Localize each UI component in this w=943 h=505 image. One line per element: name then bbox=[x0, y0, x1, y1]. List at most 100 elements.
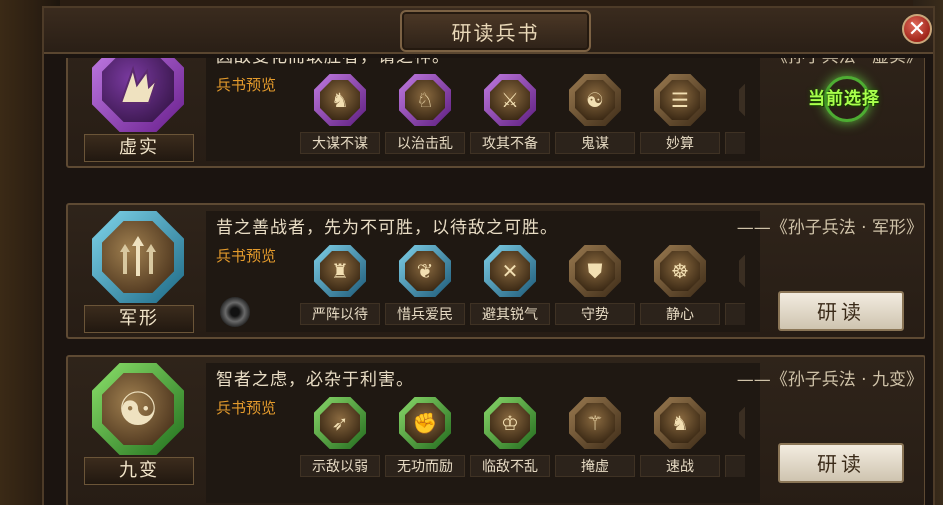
skill-name: 静心 bbox=[640, 303, 720, 325]
skill-name: 掩虚 bbox=[555, 455, 635, 477]
skill-frame bbox=[739, 245, 745, 297]
emblem-frame bbox=[92, 211, 184, 303]
preview-label: 兵书预览 bbox=[216, 399, 277, 417]
skill-name: 避其锐气 bbox=[470, 303, 550, 325]
sprout-icon: ❦ bbox=[405, 251, 445, 291]
book-quote: 昔之善战者，先为不可胜，以待敌之可胜。 bbox=[216, 218, 558, 238]
emblem-frame: ☯ bbox=[92, 363, 184, 455]
skill-frame: ♔ bbox=[484, 397, 536, 449]
skill-item-partial bbox=[725, 245, 745, 325]
skill-frame: ♜ bbox=[314, 245, 366, 297]
skill-frame: ☯ bbox=[569, 74, 621, 126]
book-quote: 因敌变化而取胜者，谓之神。 bbox=[216, 58, 596, 67]
skill-name: 无功而励 bbox=[385, 455, 465, 477]
scroll-figure-icon: ♞ bbox=[320, 80, 360, 120]
book-name: 虚实 bbox=[84, 134, 194, 162]
archer-icon: ➶ bbox=[320, 403, 360, 443]
yin-yang-icon: ☯ bbox=[102, 373, 174, 445]
skill-item[interactable]: ☰ 妙算 bbox=[640, 74, 720, 154]
crossed-blades-icon: ✕ bbox=[490, 251, 530, 291]
skill-item[interactable]: ☯ 鬼谋 bbox=[555, 74, 635, 154]
skill-name: 以治击乱 bbox=[385, 132, 465, 154]
horse-icon: ♘ bbox=[405, 80, 445, 120]
study-button[interactable]: 研读 bbox=[778, 291, 904, 331]
skill-frame: ⚚ bbox=[569, 397, 621, 449]
skill-item[interactable]: ♞ 速战 bbox=[640, 397, 720, 477]
skill-frame: ✕ bbox=[484, 245, 536, 297]
banner-icon bbox=[102, 58, 174, 122]
commander-icon: ♔ bbox=[490, 403, 530, 443]
current-select-indicator: 当前选择 bbox=[796, 70, 892, 122]
skill-frame: ♞ bbox=[654, 397, 706, 449]
book-source: ——《孙子兵法 · 虚实》 bbox=[708, 58, 923, 67]
soldiers-icon: ♜ bbox=[320, 251, 360, 291]
book-quote: 智者之虑，必杂于利害。 bbox=[216, 370, 414, 390]
skill-item[interactable]: ♞ 大谋不谋 bbox=[300, 74, 380, 154]
skill-name: 攻其不备 bbox=[470, 132, 550, 154]
skill-frame: ⛊ bbox=[569, 245, 621, 297]
skill-name: 妙算 bbox=[640, 132, 720, 154]
cavalry-icon: ♞ bbox=[660, 403, 700, 443]
study-button[interactable]: 研读 bbox=[778, 443, 904, 483]
skill-item[interactable]: ☸ 静心 bbox=[640, 245, 720, 325]
skill-frame: ♞ bbox=[314, 74, 366, 126]
book-emblem: ☯ 九变 bbox=[78, 363, 198, 485]
skill-frame: ❦ bbox=[399, 245, 451, 297]
close-button[interactable]: ✕ bbox=[902, 14, 932, 44]
book-emblem: 虚实 bbox=[78, 58, 198, 162]
skill-item-partial bbox=[725, 74, 745, 154]
skill-name-partial bbox=[725, 132, 745, 154]
skill-name: 示敌以弱 bbox=[300, 455, 380, 477]
skill-name-partial bbox=[725, 455, 745, 477]
skill-item[interactable]: ❦ 惜兵爱民 bbox=[385, 245, 465, 325]
skill-name: 守势 bbox=[555, 303, 635, 325]
skill-item[interactable]: ⚔ 攻其不备 bbox=[470, 74, 550, 154]
meditation-icon: ☸ bbox=[660, 251, 700, 291]
skill-frame: ☸ bbox=[654, 245, 706, 297]
skill-item[interactable]: ⚚ 掩虚 bbox=[555, 397, 635, 477]
skill-frame: ✊ bbox=[399, 397, 451, 449]
skill-item[interactable]: ♔ 临敌不乱 bbox=[470, 397, 550, 477]
skill-item[interactable]: ♘ 以治击乱 bbox=[385, 74, 465, 154]
skill-item[interactable]: ⛊ 守势 bbox=[555, 245, 635, 325]
current-select-label: 当前选择 bbox=[808, 88, 880, 109]
loading-spinner-icon bbox=[220, 297, 250, 327]
book-source: ——《孙子兵法 · 九变》 bbox=[736, 370, 923, 390]
skill-frame: ♘ bbox=[399, 74, 451, 126]
book-name: 军形 bbox=[84, 305, 194, 333]
skill-frame: ➶ bbox=[314, 397, 366, 449]
skill-frame: ⚔ bbox=[484, 74, 536, 126]
book-emblem: 军形 bbox=[78, 211, 198, 333]
skill-item[interactable]: ✕ 避其锐气 bbox=[470, 245, 550, 325]
skill-item[interactable]: ➶ 示敌以弱 bbox=[300, 397, 380, 477]
strategist-icon: ☯ bbox=[575, 80, 615, 120]
book-row-jiubian: ☯ 九变 智者之虑，必杂于利害。 ——《孙子兵法 · 九变》 兵书预览 ➶ 示敌… bbox=[66, 355, 925, 505]
warrior-icon: ⚔ bbox=[490, 80, 530, 120]
skill-frame: ☰ bbox=[654, 74, 706, 126]
book-name: 九变 bbox=[84, 457, 194, 485]
skill-name: 惜兵爱民 bbox=[385, 303, 465, 325]
preview-label: 兵书预览 bbox=[216, 76, 277, 94]
skill-item[interactable]: ✊ 无功而励 bbox=[385, 397, 465, 477]
skill-name: 大谋不谋 bbox=[300, 132, 380, 154]
dialog-title: 研读兵书 bbox=[400, 10, 591, 52]
book-row-xushi: 虚实 因敌变化而取胜者，谓之神。 ——《孙子兵法 · 虚实》 兵书预览 ♞ 大谋… bbox=[66, 58, 925, 168]
skill-name: 临敌不乱 bbox=[470, 455, 550, 477]
skill-frame bbox=[739, 397, 745, 449]
scroll-icon: ☰ bbox=[660, 80, 700, 120]
preview-label: 兵书预览 bbox=[216, 247, 277, 265]
shield-icon: ⛊ bbox=[575, 251, 615, 291]
skill-name: 鬼谋 bbox=[555, 132, 635, 154]
fist-icon: ✊ bbox=[405, 403, 445, 443]
spear-icon: ⚚ bbox=[575, 403, 615, 443]
skill-frame bbox=[739, 74, 745, 126]
skill-name: 速战 bbox=[640, 455, 720, 477]
skill-item-partial bbox=[725, 397, 745, 477]
skill-item[interactable]: ♜ 严阵以待 bbox=[300, 245, 380, 325]
emblem-frame bbox=[92, 58, 184, 132]
skill-name-partial bbox=[725, 303, 745, 325]
book-source: ——《孙子兵法 · 军形》 bbox=[736, 218, 923, 238]
arrows-icon bbox=[102, 221, 174, 293]
skill-name: 严阵以待 bbox=[300, 303, 380, 325]
book-list[interactable]: 虚实 因敌变化而取胜者，谓之神。 ——《孙子兵法 · 虚实》 兵书预览 ♞ 大谋… bbox=[48, 58, 925, 505]
